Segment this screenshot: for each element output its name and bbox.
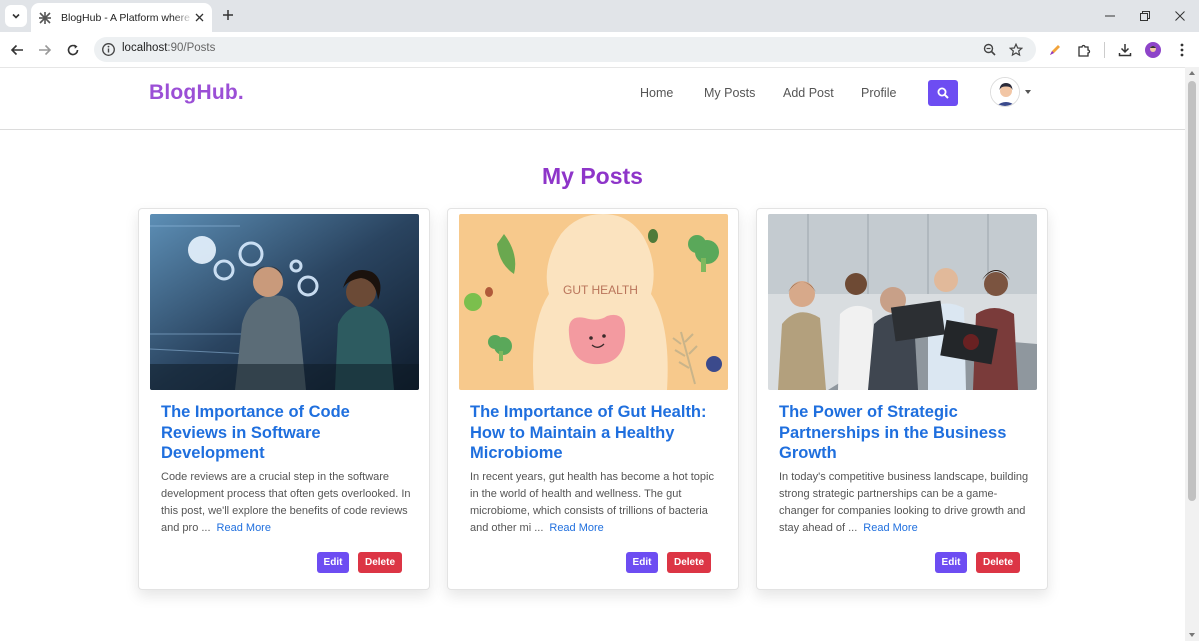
bookmark-star-icon[interactable] [1007,41,1024,58]
site-info-icon[interactable] [101,42,116,57]
post-excerpt: Code reviews are a crucial step in the s… [161,469,413,537]
reload-icon[interactable] [63,40,83,60]
search-button[interactable] [928,80,958,106]
download-icon[interactable] [1115,40,1135,60]
toolbar-separator [1104,42,1105,58]
browser-tab[interactable]: BlogHub - A Platform where your thoughts… [31,3,212,32]
close-window-icon[interactable] [1170,6,1190,26]
delete-button[interactable]: Delete [667,552,711,573]
read-more-link[interactable]: Read More [217,522,271,534]
browser-menu-icon[interactable] [1172,40,1192,60]
post-excerpt: In recent years, gut health has become a… [470,469,722,537]
address-bar[interactable]: localhost:90/Posts [94,37,1036,62]
page-scrollbar[interactable] [1185,67,1199,641]
chevron-down-icon [12,13,20,19]
read-more-link[interactable]: Read More [549,522,603,534]
favicon-icon [37,10,53,26]
image-caption: GUT HEALTH [563,283,638,297]
post-card: GUT HEALTH The Importance of Gut Health:… [447,208,739,590]
nav-link-add-post[interactable]: Add Post [783,86,834,100]
new-tab-plus-icon[interactable] [219,6,237,24]
post-card: The Importance of Code Reviews in Softwa… [138,208,430,590]
scroll-thumb[interactable] [1188,81,1196,501]
restore-icon[interactable] [1135,6,1155,26]
extension-pen-icon[interactable] [1045,40,1065,60]
post-image-business-meeting [768,214,1037,390]
profile-avatar-icon[interactable] [1143,40,1163,60]
post-image-gut-health: GUT HEALTH [459,214,728,390]
url-text: localhost:90/Posts [122,42,216,54]
post-image-code-review [150,214,419,390]
post-card: The Power of Strategic Partnerships in t… [756,208,1048,590]
nav-link-my-posts[interactable]: My Posts [704,86,755,100]
brand-logo[interactable]: BlogHub. [149,81,244,105]
nav-link-profile[interactable]: Profile [861,86,896,100]
browser-toolbar: localhost:90/Posts [0,32,1199,67]
search-icon [937,87,949,99]
zoom-icon[interactable] [981,41,998,58]
post-title[interactable]: The Importance of Code Reviews in Softwa… [161,402,411,464]
scroll-down-arrow-icon[interactable] [1189,633,1195,637]
edit-button[interactable]: Edit [626,552,658,573]
browser-tab-strip: BlogHub - A Platform where your thoughts… [0,0,1199,32]
nav-link-home[interactable]: Home [640,86,673,100]
site-navbar: BlogHub. Home My Posts Add Post Profile [0,68,1185,130]
page-title: My Posts [542,163,643,189]
profile-dropdown-caret-icon[interactable] [1025,90,1031,94]
user-avatar[interactable] [990,77,1020,107]
scroll-up-arrow-icon[interactable] [1189,71,1195,75]
delete-button[interactable]: Delete [358,552,402,573]
read-more-link[interactable]: Read More [863,522,917,534]
edit-button[interactable]: Edit [935,552,967,573]
tab-title: BlogHub - A Platform where your thoughts… [61,11,193,24]
tab-close-icon[interactable] [192,10,206,24]
post-title[interactable]: The Importance of Gut Health: How to Mai… [470,402,720,464]
extensions-puzzle-icon[interactable] [1074,40,1094,60]
post-excerpt: In today's competitive business landscap… [779,469,1031,537]
forward-arrow-icon[interactable] [35,40,55,60]
back-arrow-icon[interactable] [7,40,27,60]
delete-button[interactable]: Delete [976,552,1020,573]
tab-search-button[interactable] [5,5,27,27]
post-title[interactable]: The Power of Strategic Partnerships in t… [779,402,1029,464]
minimize-icon[interactable] [1100,6,1120,26]
post-excerpt-text: Code reviews are a crucial step in the s… [161,471,411,534]
edit-button[interactable]: Edit [317,552,349,573]
